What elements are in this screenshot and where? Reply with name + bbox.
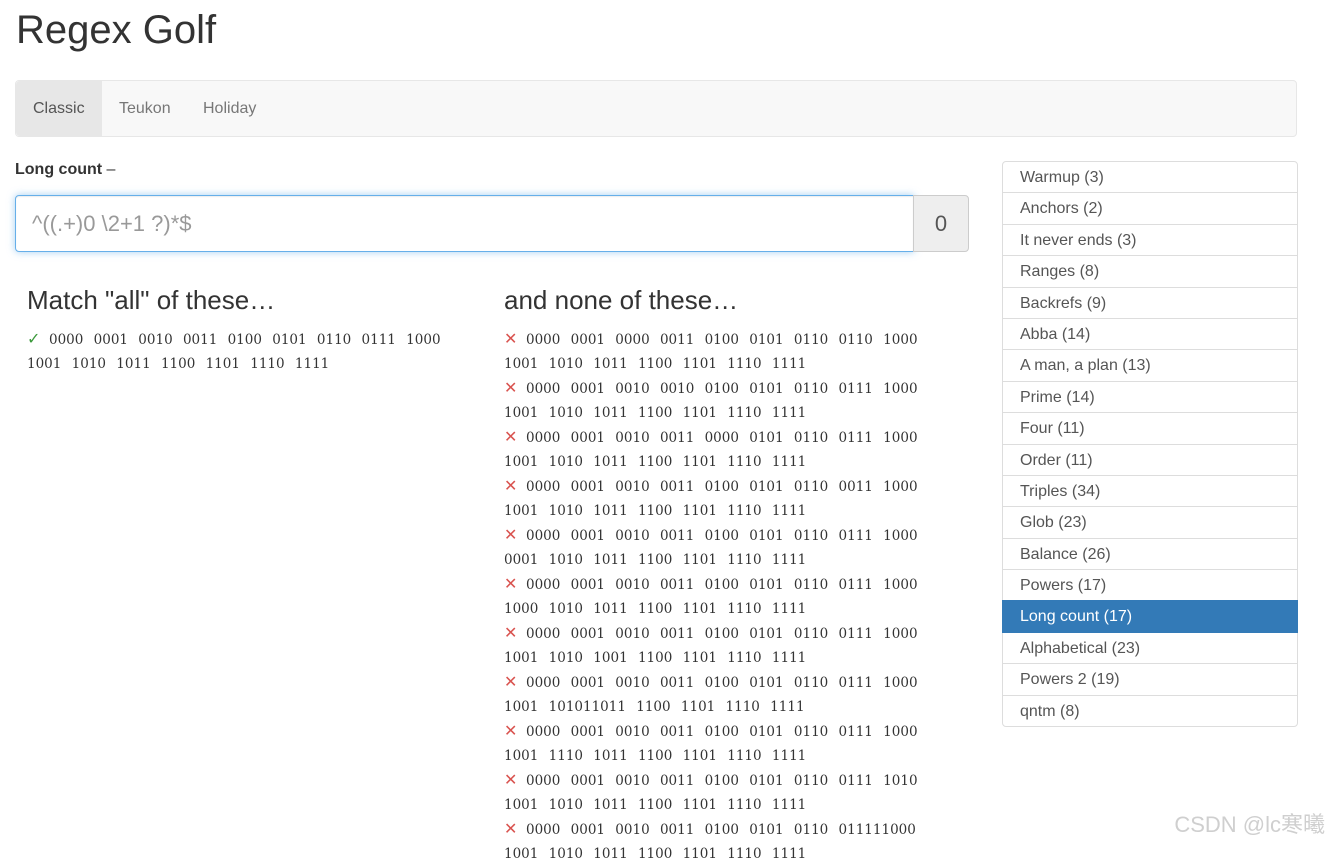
match-item: ✓ 0000 0001 0010 0011 0100 0101 0110 0111… bbox=[27, 327, 457, 376]
cross-icon: ✕ bbox=[504, 770, 518, 789]
nomatch-item: ✕ 0000 0001 0010 0011 0100 0101 0110 0111… bbox=[504, 621, 934, 670]
level-item[interactable]: Warmup (3) bbox=[1002, 161, 1298, 194]
page-title: Regex Golf bbox=[16, 8, 217, 52]
nomatch-item: ✕ 0000 0001 0000 0011 0100 0101 0110 0110… bbox=[504, 327, 934, 376]
nomatch-item: ✕ 0000 0001 0010 0011 0000 0101 0110 0111… bbox=[504, 425, 934, 474]
entry-text: 0000 0001 0010 0011 0100 0101 0110 0111 … bbox=[504, 724, 918, 764]
check-icon: ✓ bbox=[27, 329, 41, 348]
category-navbar: Classic Teukon Holiday bbox=[15, 80, 1297, 137]
entry-text: 0000 0001 0010 0011 0100 0101 0110 0111 … bbox=[504, 773, 918, 813]
nomatch-item: ✕ 0000 0001 0010 0011 0100 0101 0110 0111… bbox=[504, 670, 934, 719]
entry-text: 0000 0001 0010 0011 0100 0101 0110 0111 … bbox=[504, 528, 918, 568]
level-item[interactable]: Long count (17) bbox=[1002, 600, 1298, 633]
level-item[interactable]: Abba (14) bbox=[1002, 317, 1298, 351]
entry-text: 0000 0001 0010 0011 0100 0101 0110 0111 … bbox=[504, 577, 918, 617]
cross-icon: ✕ bbox=[504, 476, 518, 495]
match-heading: Match "all" of these… bbox=[27, 285, 276, 315]
level-list: Warmup (3) Anchors (2) It never ends (3) Ra… bbox=[1002, 161, 1298, 728]
level-item[interactable]: Alphabetical (23) bbox=[1002, 631, 1298, 665]
level-item[interactable]: Glob (23) bbox=[1002, 506, 1298, 539]
nomatch-heading: and none of these… bbox=[504, 285, 739, 315]
puzzle-label: Long count – bbox=[15, 161, 115, 179]
level-item[interactable]: Powers 2 (19) bbox=[1002, 663, 1298, 696]
cross-icon: ✕ bbox=[504, 329, 518, 348]
regex-input-group: 0 bbox=[15, 195, 969, 252]
tab-holiday[interactable]: Holiday bbox=[186, 81, 273, 136]
level-item[interactable]: It never ends (3) bbox=[1002, 223, 1298, 257]
score-display: 0 bbox=[913, 195, 969, 252]
level-item[interactable]: qntm (8) bbox=[1002, 694, 1298, 728]
nomatch-item: ✕ 0000 0001 0010 0011 0100 0101 0110 0111… bbox=[504, 768, 934, 817]
nomatch-list: ✕ 0000 0001 0000 0011 0100 0101 0110 0110… bbox=[504, 327, 934, 866]
cross-icon: ✕ bbox=[504, 525, 518, 544]
level-item[interactable]: Balance (26) bbox=[1002, 537, 1298, 571]
entry-text: 0000 0001 0010 0011 0100 0101 0110 01111… bbox=[504, 822, 916, 862]
entry-text: 0000 0001 0010 0011 0100 0101 0110 0111 … bbox=[504, 675, 918, 715]
entry-text: 0000 0001 0010 0011 0100 0101 0110 0111 … bbox=[504, 626, 918, 666]
level-item[interactable]: Triples (34) bbox=[1002, 474, 1298, 508]
regex-input[interactable] bbox=[15, 195, 914, 252]
cross-icon: ✕ bbox=[504, 378, 518, 397]
level-item[interactable]: Anchors (2) bbox=[1002, 192, 1298, 225]
cross-icon: ✕ bbox=[504, 574, 518, 593]
entry-text: 0000 0001 0010 0011 0000 0101 0110 0111 … bbox=[504, 430, 918, 470]
cross-icon: ✕ bbox=[504, 672, 518, 691]
cross-icon: ✕ bbox=[504, 623, 518, 642]
level-item[interactable]: Order (11) bbox=[1002, 443, 1298, 476]
level-item[interactable]: Prime (14) bbox=[1002, 380, 1298, 414]
entry-text: 0000 0001 0010 0010 0100 0101 0110 0111 … bbox=[504, 381, 918, 421]
cross-icon: ✕ bbox=[504, 427, 518, 446]
level-item[interactable]: A man, a plan (13) bbox=[1002, 349, 1298, 382]
tab-classic[interactable]: Classic bbox=[16, 81, 102, 136]
nomatch-item: ✕ 0000 0001 0010 0011 0100 0101 0110 0111… bbox=[504, 572, 934, 621]
level-item[interactable]: Four (11) bbox=[1002, 412, 1298, 445]
cross-icon: ✕ bbox=[504, 721, 518, 740]
entry-text: 0000 0001 0010 0011 0100 0101 0110 0011 … bbox=[504, 479, 918, 519]
tab-teukon[interactable]: Teukon bbox=[102, 81, 188, 136]
entry-text: 0000 0001 0010 0011 0100 0101 0110 0111 … bbox=[27, 332, 441, 372]
cross-icon: ✕ bbox=[504, 819, 518, 838]
nomatch-item: ✕ 0000 0001 0010 0011 0100 0101 0110 0011… bbox=[504, 474, 934, 523]
nomatch-item: ✕ 0000 0001 0010 0010 0100 0101 0110 0111… bbox=[504, 376, 934, 425]
level-item[interactable]: Ranges (8) bbox=[1002, 255, 1298, 288]
nomatch-item: ✕ 0000 0001 0010 0011 0100 0101 0110 0111… bbox=[504, 719, 934, 768]
puzzle-separator: – bbox=[106, 161, 116, 178]
level-item[interactable]: Backrefs (9) bbox=[1002, 286, 1298, 319]
watermark: CSDN @lc寒曦 bbox=[1174, 812, 1325, 837]
level-item[interactable]: Powers (17) bbox=[1002, 569, 1298, 602]
nomatch-item: ✕ 0000 0001 0010 0011 0100 0101 0110 0111… bbox=[504, 523, 934, 572]
match-list: ✓ 0000 0001 0010 0011 0100 0101 0110 0111… bbox=[27, 327, 457, 376]
nomatch-item: ✕ 0000 0001 0010 0011 0100 0101 0110 0111… bbox=[504, 817, 934, 866]
entry-text: 0000 0001 0000 0011 0100 0101 0110 0110 … bbox=[504, 332, 918, 372]
puzzle-name: Long count bbox=[15, 161, 103, 178]
